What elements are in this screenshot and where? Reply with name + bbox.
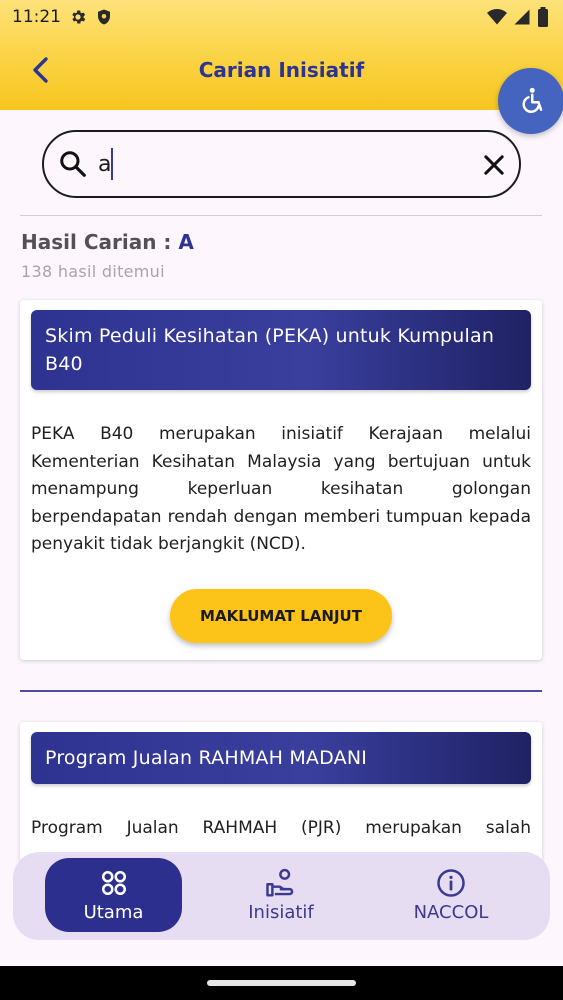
nav-label: NACCOL [413, 901, 489, 923]
system-navigation-bar [0, 966, 563, 1000]
results-label: Hasil Carian : [21, 230, 172, 254]
search-icon [60, 151, 86, 177]
card-title: Skim Peduli Kesihatan (PEKA) untuk Kumpu… [31, 310, 531, 390]
hand-icon [266, 868, 294, 897]
text-cursor [111, 148, 113, 180]
nav-label: Inisiatif [248, 901, 314, 923]
home-gesture-handle[interactable] [207, 980, 356, 986]
search-input[interactable] [98, 146, 458, 182]
accessibility-icon [522, 87, 543, 113]
clear-search-icon[interactable] [480, 151, 508, 179]
status-time: 11:21 [12, 7, 61, 27]
nav-item-inisiatif[interactable]: Inisiatif [211, 858, 351, 932]
status-bar: 11:21 [0, 0, 563, 34]
wifi-icon [487, 9, 507, 25]
page-title: Carian Inisiatif [198, 58, 365, 82]
card-title: Program Jualan RAHMAH MADANI [31, 732, 531, 784]
nav-label: Utama [83, 901, 144, 923]
card-description: PEKA B40 merupakan inisiatif Kerajaan me… [31, 424, 531, 554]
nav-item-utama[interactable]: Utama [45, 858, 182, 932]
bottom-navigation: Utama Inisiatif NACCOL [13, 852, 550, 940]
grid-icon [101, 870, 126, 895]
initiative-card[interactable]: Skim Peduli Kesihatan (PEKA) untuk Kumpu… [20, 300, 542, 660]
signal-icon [514, 9, 530, 25]
divider [20, 690, 542, 692]
search-bar [42, 130, 521, 198]
info-icon [437, 868, 465, 897]
divider [20, 215, 542, 216]
battery-icon [538, 7, 548, 27]
results-count: 138 hasil ditemui [21, 262, 165, 281]
app-bar: 11:21 Carian Inisiatif [0, 0, 563, 110]
initiative-card[interactable]: Program Jualan RAHMAH MADANI Program Jua… [20, 722, 542, 862]
card-description: Program Jualan RAHMAH (PJR) merupakan sa… [31, 818, 531, 838]
shield-icon [98, 9, 110, 25]
nav-item-naccol[interactable]: NACCOL [381, 858, 521, 932]
results-heading: Hasil Carian : A [21, 230, 194, 254]
more-info-button[interactable]: MAKLUMAT LANJUT [170, 589, 392, 643]
accessibility-button[interactable] [498, 68, 563, 134]
settings-icon [72, 10, 86, 24]
results-query: A [178, 230, 194, 254]
